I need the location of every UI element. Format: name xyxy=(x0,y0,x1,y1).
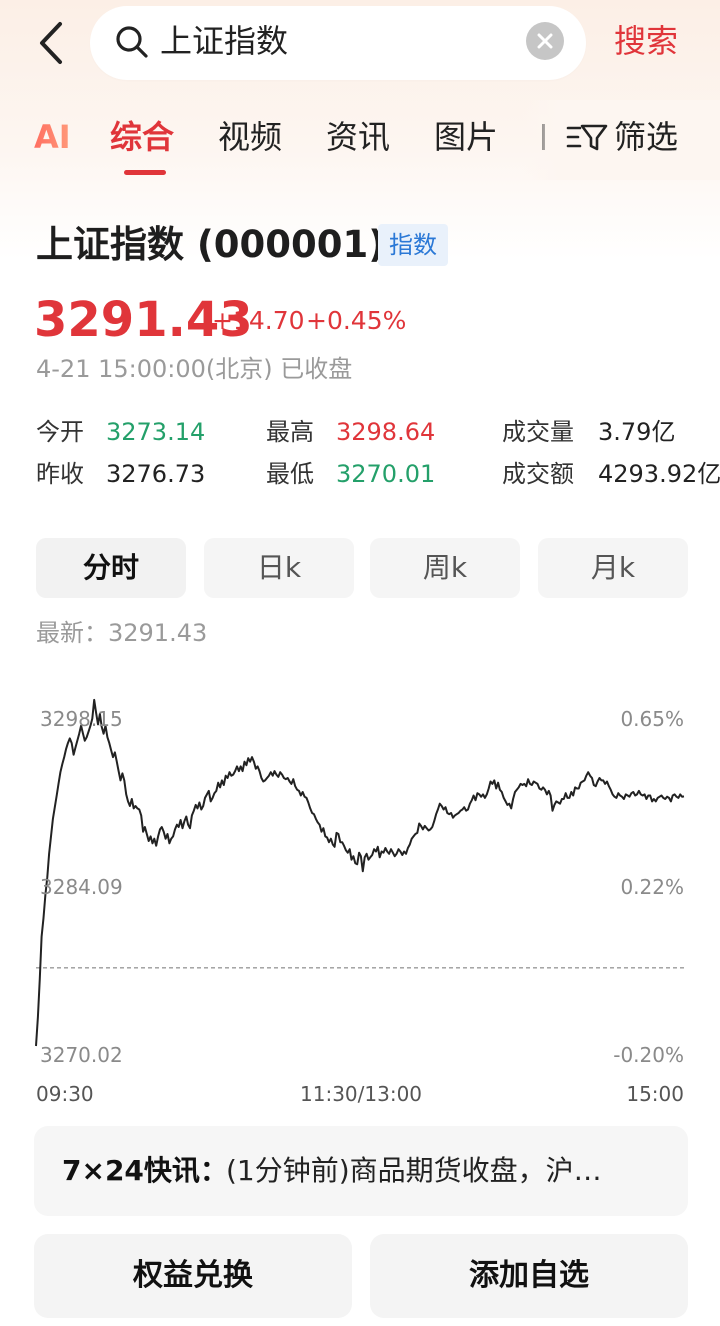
x-tick-close: 15:00 xyxy=(626,1082,684,1106)
news-title: 7×24快讯： xyxy=(62,1154,228,1187)
period-tab-intraday[interactable]: 分时 xyxy=(36,538,186,598)
stat-high-label: 最高 xyxy=(266,418,314,446)
type-badge: 指数 xyxy=(378,224,448,266)
period-tab-monthly[interactable]: 月k xyxy=(538,538,688,598)
search-icon xyxy=(114,24,150,60)
price-series-line xyxy=(35,698,685,1047)
y-left-tick-top: 3298.15 xyxy=(40,707,123,731)
clear-search-button[interactable] xyxy=(526,22,564,60)
tab-video[interactable]: 视频 xyxy=(218,112,282,162)
x-tick-open: 09:30 xyxy=(36,1082,94,1106)
y-right-tick-top: 0.65% xyxy=(620,707,684,731)
latest-price-label: 最新：3291.43 xyxy=(36,619,208,647)
filter-icon xyxy=(566,124,608,151)
stat-high-value: 3298.64 xyxy=(336,418,436,446)
stat-turnover-value: 4293.92亿 xyxy=(598,460,720,488)
stock-title: 上证指数 (000001) xyxy=(36,223,386,266)
price-change-percent: +0.45% xyxy=(306,306,407,335)
period-tab-weekly[interactable]: 周k xyxy=(370,538,520,598)
filter-button[interactable]: 筛选 xyxy=(566,112,678,162)
redeem-benefits-button[interactable]: 权益兑换 xyxy=(34,1234,352,1318)
timestamp: 4-21 15:00:00(北京) 已收盘 xyxy=(36,355,353,383)
tab-news[interactable]: 资讯 xyxy=(326,112,390,162)
chevron-left-icon xyxy=(40,22,62,64)
stat-prev-close-value: 3276.73 xyxy=(106,460,206,488)
search-button[interactable]: 搜索 xyxy=(614,18,678,64)
back-button[interactable] xyxy=(26,18,76,68)
add-to-watchlist-button[interactable]: 添加自选 xyxy=(370,1234,688,1318)
stat-volume-label: 成交量 xyxy=(502,418,574,446)
stat-low-label: 最低 xyxy=(266,460,314,488)
tab-images[interactable]: 图片 xyxy=(434,112,498,162)
period-tab-daily[interactable]: 日k xyxy=(204,538,354,598)
y-right-tick-mid: 0.22% xyxy=(620,875,684,899)
stat-open-value: 3273.14 xyxy=(106,418,206,446)
stat-low-value: 3270.01 xyxy=(336,460,436,488)
stat-open-label: 今开 xyxy=(36,418,84,446)
y-left-tick-bottom: 3270.02 xyxy=(40,1043,123,1067)
filter-label: 筛选 xyxy=(614,118,679,156)
price-change: +14.70 xyxy=(212,306,305,335)
tab-comprehensive[interactable]: 综合 xyxy=(110,112,174,162)
stat-turnover-label: 成交额 xyxy=(502,460,574,488)
news-text[interactable]: (1分钟前)商品期货收盘，沪… xyxy=(226,1150,602,1192)
y-left-tick-mid: 3284.09 xyxy=(40,875,123,899)
search-input[interactable]: 上证指数 xyxy=(160,18,510,64)
close-icon xyxy=(537,33,553,49)
stat-prev-close-label: 昨收 xyxy=(36,460,84,488)
stat-volume-value: 3.79亿 xyxy=(598,418,676,446)
active-tab-indicator xyxy=(124,170,166,175)
y-right-tick-bottom: -0.20% xyxy=(613,1043,684,1067)
x-tick-midday: 11:30/13:00 xyxy=(300,1082,423,1106)
tab-ai[interactable]: AI xyxy=(34,112,71,162)
